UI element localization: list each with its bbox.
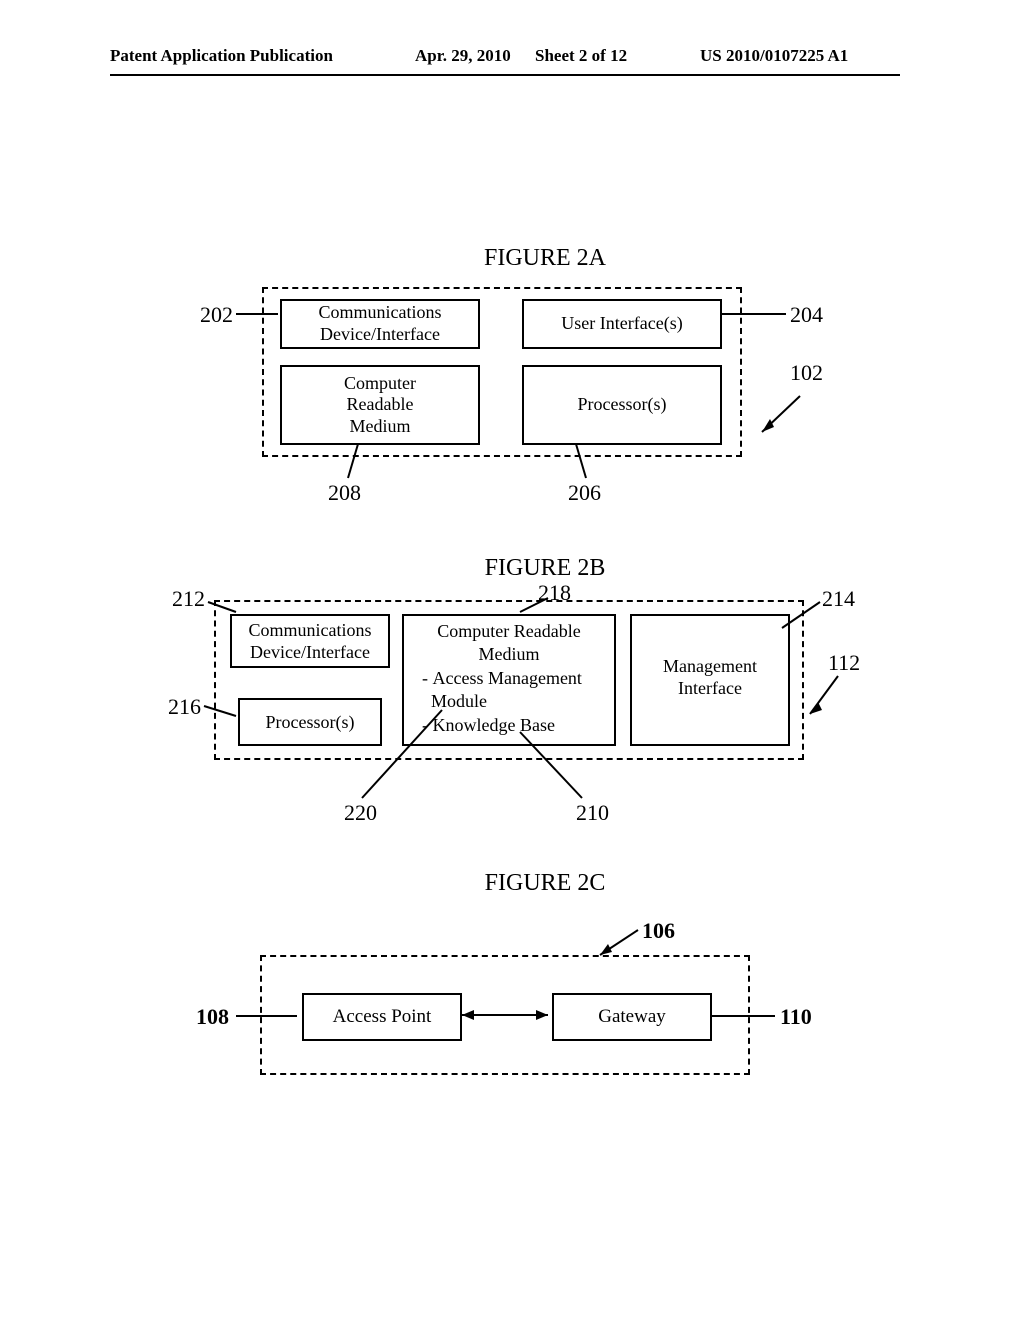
ref-110: 110: [780, 1004, 812, 1030]
header-date: Apr. 29, 2010: [415, 46, 511, 66]
crm-item-access-mgmt: - Access Management Module: [404, 667, 614, 712]
header-publication: Patent Application Publication: [110, 46, 333, 66]
ref-202: 202: [200, 302, 233, 328]
figure-2a-container: CommunicationsDevice/Interface User Inte…: [262, 287, 742, 457]
box-access-point: Access Point: [302, 993, 462, 1041]
figure-2c-container: Access Point Gateway: [260, 955, 750, 1075]
box-communications-device-b: CommunicationsDevice/Interface: [230, 614, 390, 668]
figure-2c-title: FIGURE 2C: [395, 870, 695, 897]
figure-2b-container: CommunicationsDevice/Interface Processor…: [214, 600, 804, 760]
ref-218: 218: [538, 580, 571, 606]
box-management-interface: ManagementInterface: [630, 614, 790, 746]
figure-2b-title: FIGURE 2B: [395, 555, 695, 582]
figure-2a-title: FIGURE 2A: [395, 245, 695, 272]
box-processors-b: Processor(s): [238, 698, 382, 746]
header-sheet: Sheet 2 of 12: [535, 46, 627, 66]
ref-220: 220: [344, 800, 377, 826]
header-rule: [110, 74, 900, 76]
ref-204: 204: [790, 302, 823, 328]
ref-112: 112: [828, 650, 860, 676]
box-communications-device: CommunicationsDevice/Interface: [280, 299, 480, 349]
box-gateway: Gateway: [552, 993, 712, 1041]
ref-102: 102: [790, 360, 823, 386]
ref-208: 208: [328, 480, 361, 506]
crm-item-knowledge-base: - Knowledge Base: [404, 714, 614, 737]
ref-106: 106: [642, 918, 675, 944]
ref-216: 216: [168, 694, 201, 720]
box-user-interfaces: User Interface(s): [522, 299, 722, 349]
box-computer-readable-medium: ComputerReadableMedium: [280, 365, 480, 445]
crm-title: Computer ReadableMedium: [404, 620, 614, 665]
ref-214: 214: [822, 586, 855, 612]
box-crm-b: Computer ReadableMedium - Access Managem…: [402, 614, 616, 746]
header-pubno: US 2010/0107225 A1: [700, 46, 848, 66]
ref-206: 206: [568, 480, 601, 506]
ref-108: 108: [196, 1004, 229, 1030]
ref-212: 212: [172, 586, 205, 612]
box-processors: Processor(s): [522, 365, 722, 445]
ref-210: 210: [576, 800, 609, 826]
